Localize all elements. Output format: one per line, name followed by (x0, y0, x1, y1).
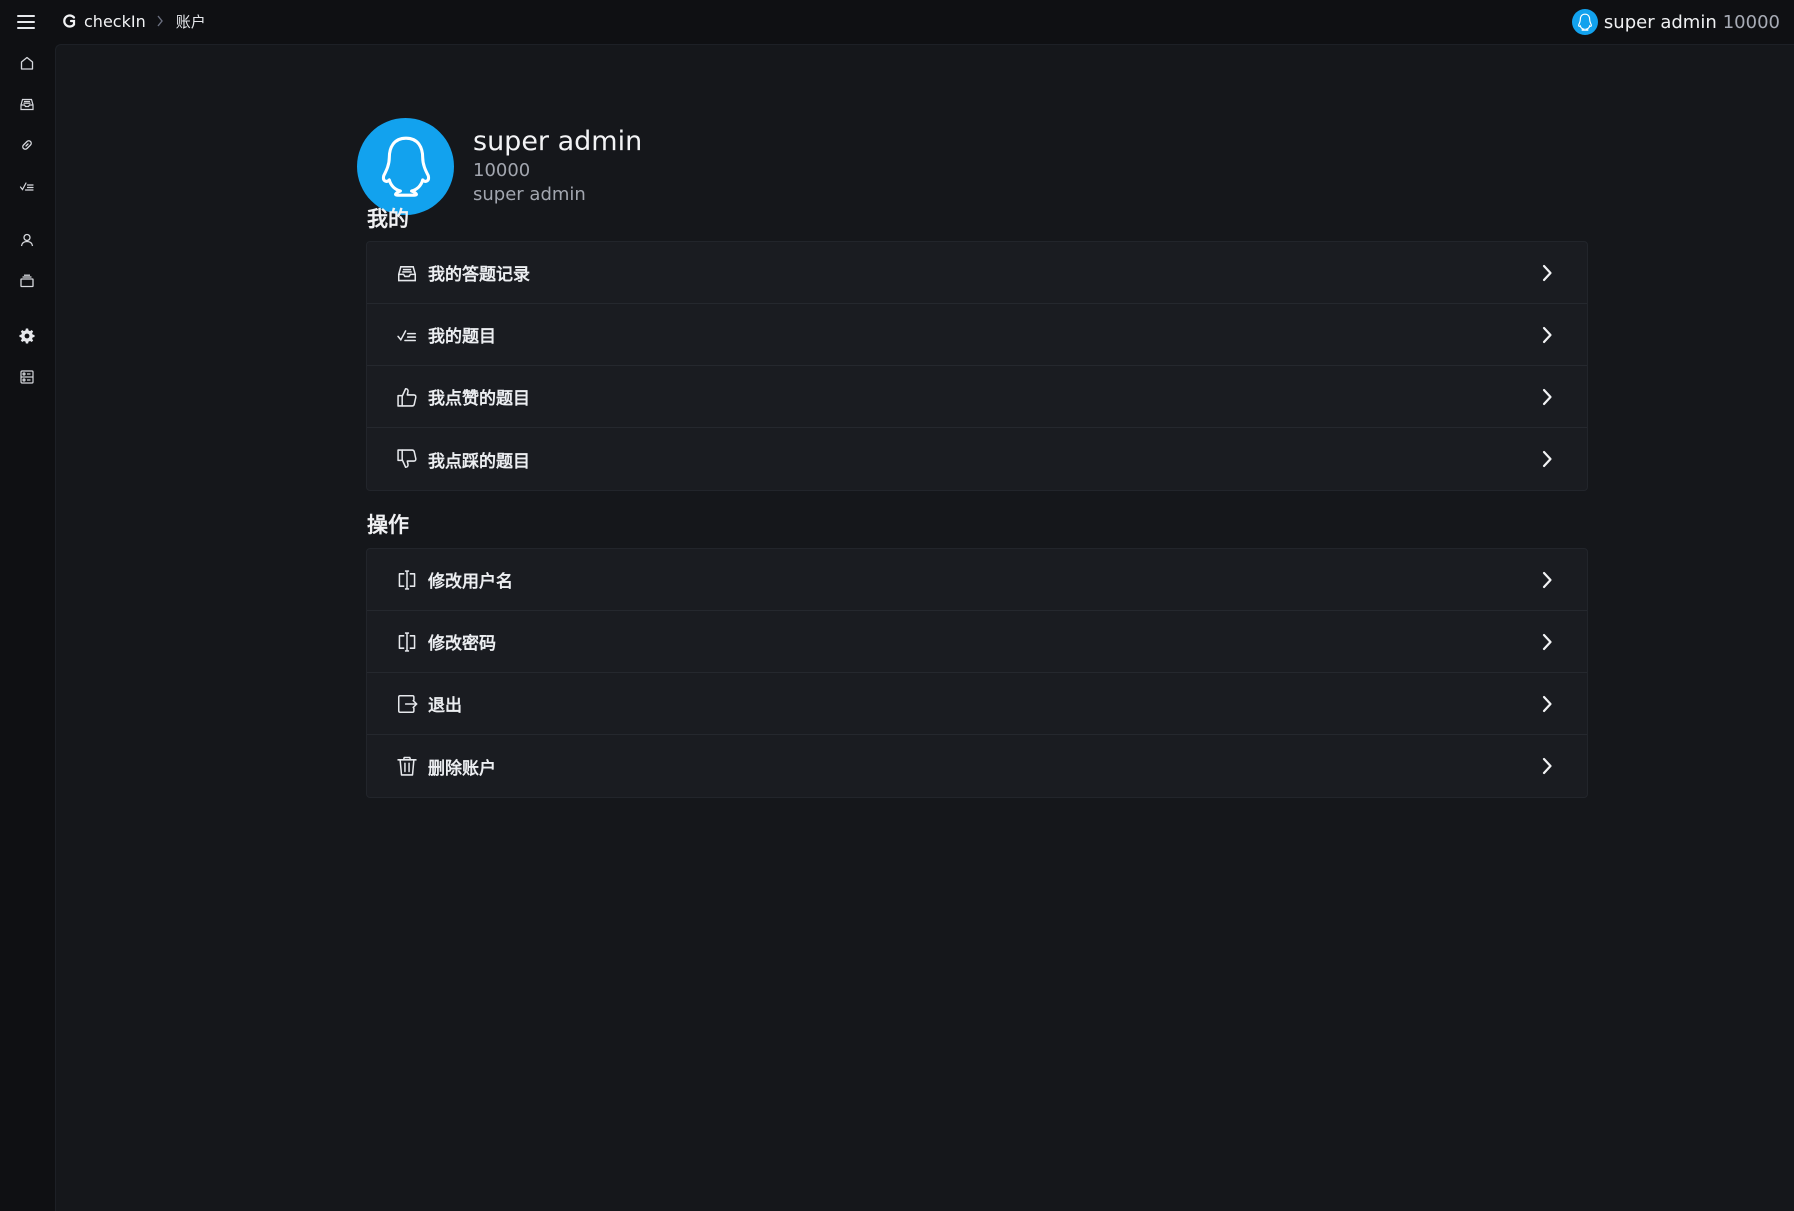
penguin-icon (381, 136, 430, 197)
thumbs-down-icon (396, 448, 418, 470)
list-item-label: 退出 (428, 696, 462, 716)
edit-box-icon (396, 631, 418, 653)
inbox-icon (396, 262, 418, 284)
list-item-label: 我的题目 (428, 327, 496, 347)
chevron-right-icon (1536, 569, 1558, 591)
top-user-menu[interactable]: super admin 10000 (1571, 7, 1780, 37)
sidebar-item-questions[interactable] (15, 174, 39, 198)
actions-list: 修改用户名 修改密码 退出 删除账户 (366, 548, 1588, 798)
archive-icon (20, 274, 34, 288)
user-icon (20, 233, 34, 247)
edit-box-icon (396, 569, 418, 591)
breadcrumb-separator-icon (156, 15, 164, 27)
list-item-label: 我点赞的题目 (428, 389, 530, 409)
sidebar-item-users[interactable] (15, 228, 39, 252)
top-bar: checkIn 账户 super admin 10000 (0, 0, 1794, 44)
list-item-delete-account[interactable]: 删除账户 (367, 735, 1587, 797)
sidebar-item-links[interactable] (15, 133, 39, 157)
avatar (1571, 9, 1598, 35)
trash-icon (396, 755, 418, 777)
sidebar-item-settings[interactable] (15, 324, 39, 348)
inbox-icon (20, 98, 34, 111)
list-item-change-username[interactable]: 修改用户名 (367, 549, 1587, 611)
list-item-liked-questions[interactable]: 我点赞的题目 (367, 366, 1587, 428)
profile-id: 10000 (473, 160, 531, 181)
list-item-label: 我的答题记录 (428, 265, 530, 285)
profile-header: super admin 10000 super admin (357, 117, 642, 215)
avatar (357, 117, 454, 215)
checklist-icon (396, 324, 418, 346)
logout-icon (396, 693, 418, 715)
panel-icon (20, 370, 34, 384)
thumbs-up-icon (396, 386, 418, 408)
list-item-label: 我点踩的题目 (428, 451, 530, 472)
breadcrumb-current: 账户 (175, 12, 206, 31)
list-item-disliked-questions[interactable]: 我点踩的题目 (367, 428, 1587, 490)
chevron-right-icon (1536, 262, 1558, 284)
chevron-right-icon (1536, 631, 1558, 653)
sidebar-item-home[interactable] (15, 51, 39, 75)
section-title-mine: 我的 (367, 207, 409, 231)
top-user-id: 10000 (1722, 11, 1780, 33)
list-item-answer-records[interactable]: 我的答题记录 (367, 242, 1587, 304)
sidebar (0, 44, 54, 1211)
sidebar-item-archive[interactable] (15, 269, 39, 293)
list-item-logout[interactable]: 退出 (367, 673, 1587, 735)
checklist-icon (19, 182, 34, 191)
chevron-right-icon (1536, 755, 1558, 777)
gear-icon (19, 328, 35, 344)
breadcrumb: checkIn 账户 (62, 9, 206, 33)
mine-list: 我的答题记录 我的题目 我点赞的题目 我点踩的题目 (366, 241, 1588, 491)
chevron-right-icon (1536, 693, 1558, 715)
home-icon (20, 56, 34, 70)
sidebar-item-panel[interactable] (15, 365, 39, 389)
chevron-right-icon (1536, 386, 1558, 408)
list-item-label: 删除账户 (428, 758, 496, 779)
list-item-label: 修改密码 (428, 634, 496, 654)
section-title-actions: 操作 (367, 513, 409, 537)
list-item-label: 修改用户名 (428, 572, 513, 592)
brand-name[interactable]: checkIn (84, 12, 146, 31)
main-panel: super admin 10000 super admin 我的 我的答题记录 … (55, 44, 1794, 1211)
chevron-right-icon (1536, 448, 1558, 470)
brand-logo-icon (62, 13, 78, 29)
top-user-name: super admin (1603, 11, 1717, 33)
sidebar-item-records[interactable] (15, 92, 39, 116)
hamburger-menu-icon[interactable] (14, 10, 38, 34)
profile-name: super admin (473, 126, 643, 157)
chevron-right-icon (1536, 324, 1558, 346)
list-item-change-password[interactable]: 修改密码 (367, 611, 1587, 673)
profile-role: super admin (473, 184, 586, 205)
link-icon (22, 140, 32, 150)
list-item-my-questions[interactable]: 我的题目 (367, 304, 1587, 366)
